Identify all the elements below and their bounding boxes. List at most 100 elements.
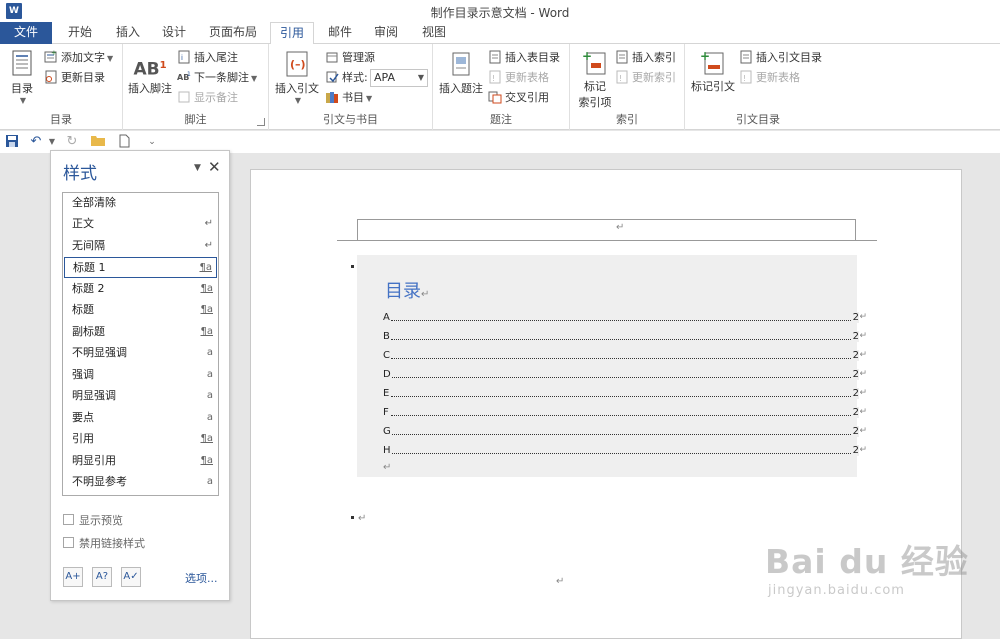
insert-toa-button[interactable]: 插入引文目录 bbox=[739, 49, 822, 67]
bibliography-button[interactable]: 书目 ▼ bbox=[325, 89, 372, 107]
checkbox-icon[interactable] bbox=[63, 514, 74, 525]
watermark-logo: Bai du 经验 bbox=[765, 542, 969, 581]
undo-icon[interactable]: ↶ bbox=[28, 134, 44, 150]
dialog-launcher-icon[interactable] bbox=[257, 118, 265, 126]
style-item[interactable]: 明显强调 a bbox=[64, 386, 217, 407]
save-icon[interactable] bbox=[4, 134, 20, 150]
toc-entry[interactable]: G 2 ↵ bbox=[383, 424, 867, 443]
toc-entry[interactable]: H 2 ↵ bbox=[383, 443, 867, 462]
footnote-group-label: 脚注 bbox=[184, 113, 207, 126]
insert-citation-button[interactable]: (–) 插入引文 ▼ bbox=[273, 50, 321, 105]
svg-text:1: 1 bbox=[187, 71, 191, 78]
mark-entry-button[interactable]: + 标记 索引项 bbox=[574, 50, 616, 110]
update-table-button[interactable]: ! 更新表格 bbox=[488, 69, 549, 87]
chevron-down-icon: ▼ bbox=[251, 74, 258, 83]
insert-endnote-button[interactable]: i 插入尾注 bbox=[177, 49, 238, 67]
style-item[interactable]: 副标题 ¶a bbox=[64, 322, 217, 343]
disable-linked-styles-checkbox[interactable]: 禁用链接样式 bbox=[63, 537, 145, 551]
insert-caption-button[interactable]: 插入题注 bbox=[437, 52, 485, 96]
pane-options-icon[interactable]: ▼ bbox=[194, 163, 201, 173]
tab-page-layout[interactable]: 页面布局 bbox=[202, 22, 264, 44]
header-divider bbox=[337, 240, 877, 241]
update-toa-button[interactable]: ! 更新表格 bbox=[739, 69, 800, 87]
options-link[interactable]: 选项... bbox=[185, 570, 218, 586]
toc-button[interactable]: 目录 ▼ bbox=[6, 50, 38, 105]
toc-entry[interactable]: D 2 ↵ bbox=[383, 367, 867, 386]
mark-citation-button[interactable]: + 标记引文 bbox=[689, 50, 737, 94]
next-footnote-button[interactable]: AB 1 下一条脚注 ▼ bbox=[177, 69, 257, 87]
chevron-down-icon: ▼ bbox=[366, 94, 373, 103]
open-folder-icon[interactable] bbox=[90, 134, 106, 150]
toc-icon bbox=[12, 50, 32, 76]
style-item[interactable]: 正文 ↵ bbox=[64, 214, 217, 235]
toc-block[interactable]: 目录↵ A 2 ↵ B 2 ↵ C 2 ↵ D 2 ↵ E 2 ↵ F 2 ↵ G 2 ↵ H 2 ↵ ↵ bbox=[357, 255, 867, 477]
style-item[interactable]: 不明显强调 a bbox=[64, 343, 217, 364]
insert-footnote-button[interactable]: AB1 插入脚注 bbox=[127, 54, 173, 96]
toc-entry[interactable]: B 2 ↵ bbox=[383, 329, 867, 348]
tab-design[interactable]: 设计 bbox=[152, 22, 196, 44]
style-item[interactable]: 要点 a bbox=[64, 408, 217, 429]
show-notes-button[interactable]: 显示备注 bbox=[177, 89, 238, 107]
style-item[interactable]: 强调 a bbox=[64, 365, 217, 386]
table-of-figures-icon bbox=[489, 50, 501, 64]
redo-icon[interactable]: ↻ bbox=[64, 134, 80, 150]
ribbon-tabs: 文件 开始 插入 设计 页面布局 引用 邮件 审阅 视图 bbox=[0, 22, 1000, 45]
style-list[interactable]: 全部清除 正文 ↵ 无间隔 ↵ 标题 1 ¶a 标题 2 ¶a 标题 ¶a 副标题 ¶a 不… bbox=[62, 192, 219, 496]
show-preview-checkbox[interactable]: 显示预览 bbox=[63, 514, 123, 528]
customize-qat-icon[interactable]: ⌄ bbox=[144, 134, 160, 150]
citation-group-label: 引文与书目 bbox=[323, 113, 378, 126]
chevron-down-icon[interactable]: ▼ bbox=[44, 134, 60, 150]
manage-sources-button[interactable]: 管理源 bbox=[325, 49, 375, 67]
style-item-clear-all[interactable]: 全部清除 bbox=[64, 193, 217, 214]
ribbon: 目录 ▼ + 添加文字 ▼ 更新目录 目录 AB1 插入脚注 i 插入尾注 AB 1 下一… bbox=[0, 44, 1000, 130]
toc-entry[interactable]: A 2 ↵ bbox=[383, 310, 867, 329]
style-item[interactable]: 标题 2 ¶a bbox=[64, 279, 217, 300]
close-icon[interactable]: ✕ bbox=[208, 158, 221, 176]
cross-reference-button[interactable]: 交叉引用 bbox=[488, 89, 549, 107]
chevron-down-icon: ▼ bbox=[294, 96, 302, 105]
checkbox-icon[interactable] bbox=[63, 537, 74, 548]
tab-view[interactable]: 视图 bbox=[412, 22, 456, 44]
insert-index-button[interactable]: 插入索引 bbox=[615, 49, 676, 67]
new-document-icon[interactable] bbox=[116, 134, 132, 150]
style-item[interactable]: 引用 ¶a bbox=[64, 429, 217, 450]
manage-styles-icon[interactable]: A✓ bbox=[121, 567, 141, 587]
add-text-icon: + bbox=[44, 50, 57, 63]
index-group-label: 索引 bbox=[616, 113, 638, 126]
tab-references[interactable]: 引用 bbox=[270, 22, 314, 45]
caption-group: 插入题注 插入表目录 ! 更新表格 交叉引用 题注 bbox=[433, 44, 570, 130]
toa-group-label: 引文目录 bbox=[736, 113, 780, 126]
tab-file[interactable]: 文件 bbox=[0, 22, 52, 44]
tab-mailings[interactable]: 邮件 bbox=[318, 22, 362, 44]
tab-review[interactable]: 审阅 bbox=[364, 22, 408, 44]
cross-reference-icon bbox=[488, 91, 502, 104]
toc-button-label: 目录 bbox=[11, 82, 33, 95]
update-toc-button[interactable]: 更新目录 bbox=[44, 69, 105, 87]
insert-citation-label: 插入引文 bbox=[275, 82, 319, 95]
bibliography-style-select[interactable]: APA ▼ bbox=[370, 69, 428, 87]
chevron-down-icon: ▼ bbox=[417, 73, 424, 82]
add-text-button[interactable]: + 添加文字 ▼ bbox=[44, 49, 113, 67]
style-item[interactable]: 无间隔 ↵ bbox=[64, 236, 217, 257]
update-index-button[interactable]: ! 更新索引 bbox=[615, 69, 676, 87]
style-inspector-icon[interactable]: A? bbox=[92, 567, 112, 587]
svg-text:(–): (–) bbox=[290, 58, 306, 71]
chevron-down-icon: ▼ bbox=[19, 96, 27, 105]
style-label: 样式: bbox=[325, 69, 368, 87]
toc-group-label: 目录 bbox=[50, 113, 72, 126]
next-footnote-icon: AB1 bbox=[177, 71, 191, 82]
style-item[interactable]: 标题 ¶a bbox=[64, 300, 217, 321]
style-item[interactable]: 不明显参考 a bbox=[64, 472, 217, 493]
insert-toa-icon bbox=[740, 50, 752, 64]
style-item-selected[interactable]: 标题 1 ¶a bbox=[64, 257, 217, 278]
insert-table-of-figures-button[interactable]: 插入表目录 bbox=[488, 49, 560, 67]
update-index-icon: ! bbox=[616, 70, 628, 84]
new-style-icon[interactable]: A+ bbox=[63, 567, 83, 587]
toc-entry[interactable]: E 2 ↵ bbox=[383, 386, 867, 405]
tab-home[interactable]: 开始 bbox=[58, 22, 102, 44]
style-item[interactable]: 明显引用 ¶a bbox=[64, 451, 217, 472]
toc-entry[interactable]: C 2 ↵ bbox=[383, 348, 867, 367]
tab-insert[interactable]: 插入 bbox=[106, 22, 150, 44]
toc-entry[interactable]: F 2 ↵ bbox=[383, 405, 867, 424]
mark-citation-icon: + bbox=[700, 50, 724, 75]
